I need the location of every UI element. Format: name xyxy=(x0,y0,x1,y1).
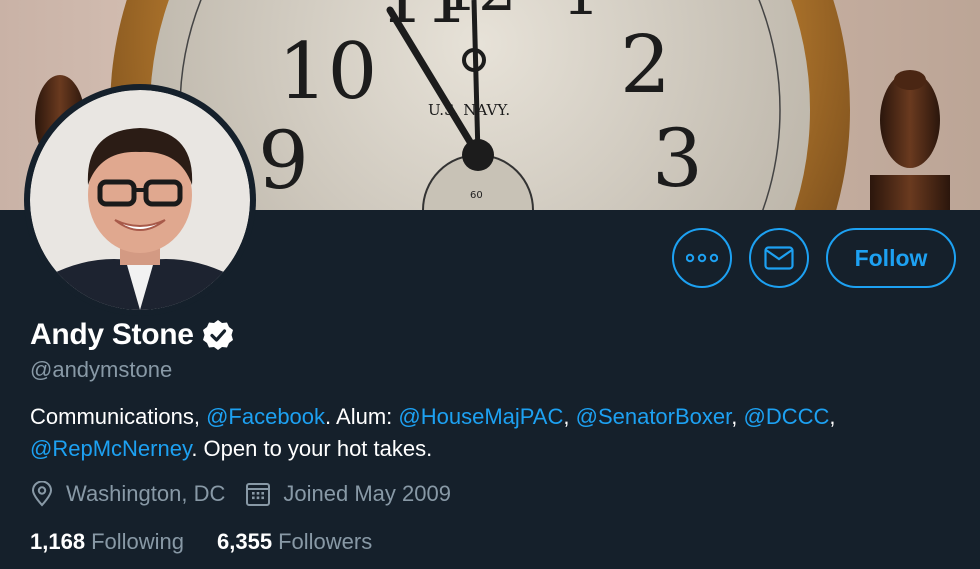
mention-link-senatorboxer[interactable]: @SenatorBoxer xyxy=(576,404,732,429)
profile-meta: Washington, DC Joined May 2009 xyxy=(30,481,471,507)
clock-label: U.S. NAVY. xyxy=(428,101,510,119)
profile-name: Andy Stone xyxy=(30,318,194,351)
bio-text: . Open to your hot takes. xyxy=(191,436,433,461)
profile-bio: Communications, @Facebook. Alum: @HouseM… xyxy=(30,401,960,465)
svg-text:1: 1 xyxy=(562,0,600,29)
follow-button[interactable]: Follow xyxy=(826,228,956,288)
svg-text:9: 9 xyxy=(258,114,309,207)
message-button[interactable] xyxy=(749,228,809,288)
calendar-icon xyxy=(246,483,271,506)
join-date-text: Joined May 2009 xyxy=(283,481,451,506)
verified-badge-icon xyxy=(202,320,233,350)
bio-text: , xyxy=(829,404,836,429)
location-pin-icon xyxy=(31,481,53,507)
profile-name-row: Andy Stone xyxy=(30,318,234,352)
svg-text:60: 60 xyxy=(470,190,483,201)
followers-label: Followers xyxy=(278,529,373,554)
followers-link[interactable]: 6,355 Followers xyxy=(217,529,372,555)
bio-text: , xyxy=(563,404,576,429)
svg-text:2: 2 xyxy=(620,18,671,111)
mention-link-facebook[interactable]: @Facebook xyxy=(206,404,325,429)
svg-text:12: 12 xyxy=(440,0,516,25)
join-date: Joined May 2009 xyxy=(245,481,451,507)
mention-link-housemajpac[interactable]: @HouseMajPAC xyxy=(398,404,563,429)
following-count: 1,168 xyxy=(30,529,86,554)
mention-link-dccc[interactable]: @DCCC xyxy=(744,404,830,429)
following-link[interactable]: 1,168 Following xyxy=(30,529,184,555)
profile-stats: 1,168 Following 6,355 Followers xyxy=(30,529,405,555)
bio-text: , xyxy=(731,404,744,429)
location: Washington, DC xyxy=(30,481,225,507)
svg-text:3: 3 xyxy=(652,112,703,205)
bio-text: . Alum: xyxy=(325,404,399,429)
more-button[interactable] xyxy=(672,228,732,288)
more-icon xyxy=(686,253,718,263)
clock-numeral: 10 xyxy=(278,27,377,117)
profile-handle: @andymstone xyxy=(30,357,173,382)
envelope-icon xyxy=(764,246,794,270)
bio-text: Communications, xyxy=(30,404,207,429)
followers-count: 6,355 xyxy=(217,529,273,554)
location-text: Washington, DC xyxy=(66,481,226,506)
profile-actions: Follow xyxy=(672,228,956,288)
avatar[interactable] xyxy=(24,84,256,316)
avatar-photo xyxy=(30,90,250,310)
following-label: Following xyxy=(91,529,184,554)
mention-link-repmcnerney[interactable]: @RepMcNerney xyxy=(30,436,191,461)
